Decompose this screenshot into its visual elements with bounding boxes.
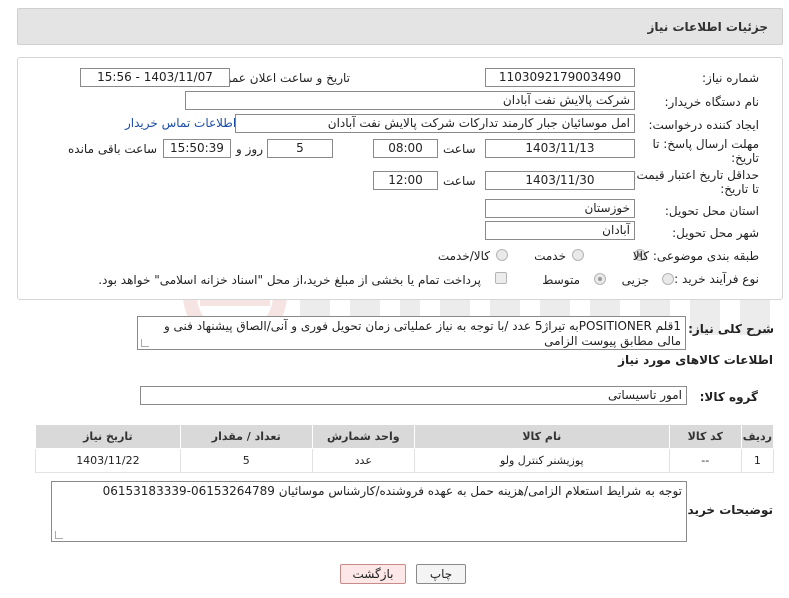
col-header-row: ردیف	[740, 424, 775, 449]
province-field: خوزستان	[485, 199, 635, 218]
cell-row: 1	[740, 448, 775, 473]
category-label: طبقه بندی موضوعی:	[652, 249, 759, 263]
goods-group-label: گروه کالا:	[699, 390, 758, 404]
category-radio-service[interactable]	[572, 249, 584, 261]
process-radio-medium[interactable]	[594, 273, 606, 285]
description-text: 1قلم POSITIONERبه تیراژ5 عدد /با توجه به…	[163, 319, 681, 348]
cell-qty: 5	[179, 448, 313, 473]
cell-name: پوزیشنر کنترل ولو	[413, 448, 670, 473]
deadline-label: مهلت ارسال پاسخ: تا تاریخ:	[652, 137, 759, 165]
goods-table: ردیف کد کالا نام کالا واحد شمارش تعداد /…	[35, 424, 775, 473]
need-number-field: 1103092179003490	[485, 68, 635, 87]
resize-handle-icon[interactable]	[141, 339, 149, 347]
buyer-field: شرکت پالایش نفت آبادان	[185, 91, 635, 110]
deadline-time-field: 08:00	[373, 139, 438, 158]
days-field: 5	[267, 139, 333, 158]
requester-label: ایجاد کننده درخواست:	[648, 118, 759, 132]
goods-section-title: اطلاعات کالاهای مورد نیاز	[618, 353, 773, 367]
cell-code: --	[668, 448, 742, 473]
validity-label: حداقل تاریخ اعتبار قیمت: تا تاریخ:	[632, 168, 759, 196]
category-option-service: خدمت	[534, 249, 566, 263]
validity-time-label: ساعت	[443, 174, 476, 188]
days-label: روز و	[236, 142, 263, 156]
col-header-date: تاریخ نیاز	[35, 424, 181, 449]
description-label: شرح کلی نیاز:	[688, 322, 774, 336]
col-header-name: نام کالا	[413, 424, 670, 449]
validity-time-field: 12:00	[373, 171, 438, 190]
need-number-label: شماره نیاز:	[702, 71, 759, 85]
buyer-contact-link[interactable]: اطلاعات تماس خریدار	[125, 116, 236, 130]
deadline-time-label: ساعت	[443, 142, 476, 156]
process-option-medium: متوسط	[542, 273, 580, 287]
treasury-payment-note: پرداخت تمام یا بخشی از مبلغ خرید،از محل …	[98, 273, 481, 287]
process-option-minor: جزیی	[621, 273, 649, 287]
resize-handle-icon[interactable]	[55, 531, 63, 539]
description-textarea[interactable]: 1قلم POSITIONERبه تیراژ5 عدد /با توجه به…	[137, 316, 686, 350]
goods-group-field: امور تاسیساتی	[140, 386, 687, 405]
table-header-row: ردیف کد کالا نام کالا واحد شمارش تعداد /…	[35, 424, 775, 449]
buyer-notes-text: توجه به شرایط استعلام الزامی/هزینه حمل ب…	[102, 484, 682, 498]
validity-date-field: 1403/11/30	[485, 171, 635, 190]
city-label: شهر محل تحویل:	[672, 226, 759, 240]
remaining-label: ساعت باقی مانده	[68, 142, 158, 156]
table-row: 1 -- پوزیشنر کنترل ولو عدد 5 1403/11/22	[35, 448, 775, 473]
city-field: آبادان	[485, 221, 635, 240]
print-button[interactable]: چاپ	[416, 564, 466, 584]
category-radio-goods-service[interactable]	[496, 249, 508, 261]
deadline-date-field: 1403/11/13	[485, 139, 635, 158]
province-label: استان محل تحویل:	[664, 204, 759, 218]
col-header-code: کد کالا	[668, 424, 742, 449]
back-button[interactable]: بازگشت	[340, 564, 406, 584]
process-radio-minor[interactable]	[662, 273, 674, 285]
requester-field: امل موسائیان جبار کارمند تدارکات شرکت پا…	[235, 114, 635, 133]
page-header: جزئیات اطلاعات نیاز	[17, 8, 783, 45]
announce-date-field: 1403/11/07 - 15:56	[80, 68, 230, 87]
col-header-qty: تعداد / مقدار	[179, 424, 313, 449]
process-label: نوع فرآیند خرید :	[674, 272, 759, 286]
buyer-label: نام دستگاه خریدار:	[664, 95, 760, 109]
remaining-time-field: 15:50:39	[163, 139, 231, 158]
treasury-payment-checkbox[interactable]	[495, 272, 507, 284]
page-title: جزئیات اطلاعات نیاز	[647, 20, 768, 34]
buyer-notes-textarea[interactable]: توجه به شرایط استعلام الزامی/هزینه حمل ب…	[51, 481, 687, 542]
cell-unit: عدد	[311, 448, 415, 473]
category-option-goods-service: کالا/خدمت	[437, 249, 490, 263]
col-header-unit: واحد شمارش	[311, 424, 415, 449]
cell-date: 1403/11/22	[35, 448, 181, 473]
category-option-goods: کالا	[632, 249, 649, 263]
